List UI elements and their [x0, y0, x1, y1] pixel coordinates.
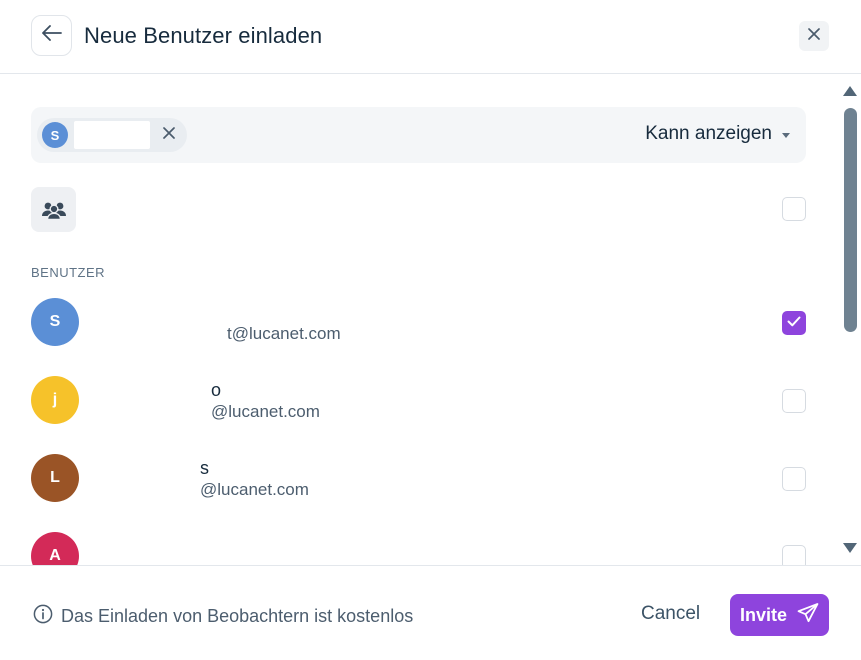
selected-user-chip: S	[37, 118, 187, 152]
user-checkbox[interactable]	[782, 311, 806, 335]
invite-label: Invite	[739, 604, 787, 625]
close-button[interactable]	[799, 21, 829, 51]
user-checkbox[interactable]	[782, 389, 806, 413]
scrollbar-track[interactable]	[844, 108, 857, 532]
dialog-title: Neue Benutzer einladen	[84, 23, 323, 48]
send-icon	[797, 602, 819, 628]
info-note: Das Einladen von Beobachtern ist kostenl…	[33, 604, 413, 629]
check-icon	[787, 314, 801, 332]
scrollbar-thumb[interactable]	[844, 108, 857, 332]
avatar: L	[31, 454, 79, 502]
dialog-header: Neue Benutzer einladen	[0, 0, 861, 74]
avatar: j	[31, 376, 79, 424]
user-row[interactable]: A	[31, 532, 806, 565]
dialog-body: S Kann anzeigen BENUTZER S t@lucanet.com…	[0, 75, 861, 565]
user-name: o	[211, 380, 222, 400]
avatar: A	[31, 532, 79, 565]
avatar: S	[31, 298, 79, 346]
user-checkbox[interactable]	[782, 545, 806, 565]
user-email: @lucanet.com	[200, 480, 309, 499]
user-checkbox[interactable]	[782, 467, 806, 491]
info-icon	[33, 604, 53, 629]
scroll-down-arrow[interactable]	[843, 543, 857, 553]
user-row[interactable]: j o @lucanet.com	[31, 376, 806, 440]
remove-chip-button[interactable]	[159, 125, 179, 145]
arrow-left-icon	[41, 25, 62, 46]
selected-users-bar: S Kann anzeigen	[31, 107, 806, 163]
permission-label: Kann anzeigen	[645, 123, 772, 144]
dialog-footer: Das Einladen von Beobachtern ist kostenl…	[0, 565, 861, 660]
caret-down-icon	[782, 132, 790, 138]
close-icon	[163, 126, 175, 144]
avatar: S	[42, 122, 68, 148]
back-button[interactable]	[31, 15, 72, 56]
group-checkbox[interactable]	[782, 197, 806, 221]
info-text: Das Einladen von Beobachtern ist kostenl…	[61, 606, 414, 626]
close-icon	[808, 27, 820, 45]
chip-name-redacted	[74, 121, 150, 149]
user-email: @lucanet.com	[211, 402, 320, 421]
users-section-label: BENUTZER	[31, 265, 106, 280]
invite-button[interactable]: Invite	[730, 594, 829, 636]
user-email: t@lucanet.com	[227, 324, 341, 343]
permission-dropdown[interactable]: Kann anzeigen	[645, 123, 790, 145]
invite-users-dialog: Neue Benutzer einladen S Kann anzeigen B…	[0, 0, 861, 660]
group-row[interactable]	[31, 187, 806, 233]
scroll-up-arrow[interactable]	[843, 86, 857, 96]
user-row[interactable]: S t@lucanet.com	[31, 298, 806, 362]
user-row[interactable]: L s @lucanet.com	[31, 454, 806, 518]
cancel-button[interactable]: Cancel	[641, 603, 700, 625]
user-group-icon	[31, 187, 76, 232]
user-name: s	[200, 458, 209, 478]
